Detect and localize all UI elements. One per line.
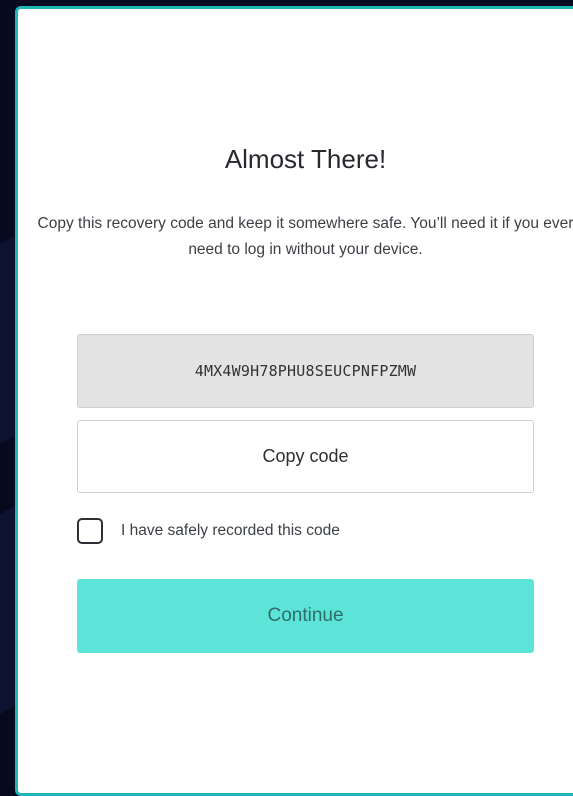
recovery-code-field[interactable]: 4MX4W9H78PHU8SEUCPNFPZMW: [77, 334, 534, 408]
modal-content: Almost There! Copy this recovery code an…: [15, 6, 573, 779]
copy-code-button[interactable]: Copy code: [77, 420, 534, 493]
recorded-checkbox-label[interactable]: I have safely recorded this code: [121, 522, 340, 540]
continue-button[interactable]: Continue: [77, 579, 534, 653]
recovery-code-text: 4MX4W9H78PHU8SEUCPNFPZMW: [194, 362, 417, 380]
recorded-checkbox[interactable]: [77, 518, 103, 544]
copy-code-button-label: Copy code: [262, 446, 349, 466]
continue-button-label: Continue: [267, 605, 344, 626]
recorded-confirmation-row[interactable]: I have safely recorded this code: [77, 516, 340, 546]
modal-title: Almost There!: [224, 144, 387, 174]
modal-description: Copy this recovery code and keep it some…: [37, 215, 573, 258]
